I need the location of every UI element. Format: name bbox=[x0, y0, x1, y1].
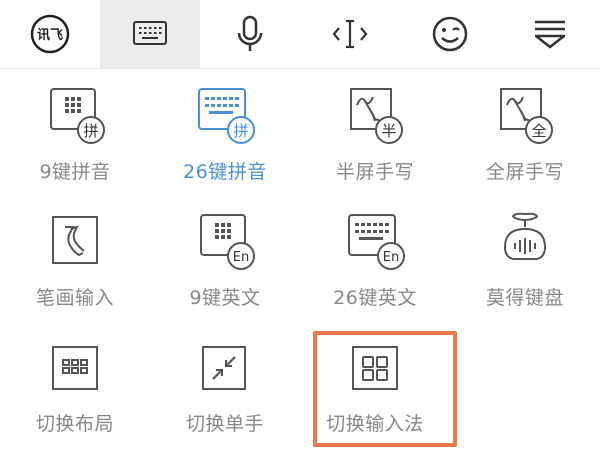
mode-26key-english[interactable]: En 26键英文 bbox=[300, 195, 450, 318]
one-handed-icon bbox=[193, 335, 257, 399]
mode-robot-keyboard[interactable]: 莫得键盘 bbox=[450, 195, 600, 318]
mode-label: 半屏手写 bbox=[335, 161, 414, 183]
xunfei-logo-icon: 讯飞 bbox=[30, 14, 70, 54]
wink-face-icon bbox=[432, 16, 468, 52]
keyboard-26-english-icon: En bbox=[343, 209, 407, 273]
mode-one-handed[interactable]: 切换单手 bbox=[150, 321, 300, 444]
svg-text:En: En bbox=[233, 250, 249, 265]
switch-layout-icon bbox=[43, 335, 107, 399]
svg-text:全: 全 bbox=[531, 122, 546, 140]
keyboard-26-pinyin-icon: 拼 bbox=[193, 83, 257, 147]
microphone-icon bbox=[237, 15, 263, 51]
mode-26key-pinyin[interactable]: 拼 26键拼音 bbox=[150, 69, 300, 192]
collapse-down-icon bbox=[535, 20, 565, 49]
mode-switch-layout[interactable]: 切换布局 bbox=[0, 321, 150, 444]
mode-label: 笔画输入 bbox=[35, 287, 114, 309]
svg-text:讯飞: 讯飞 bbox=[37, 28, 63, 43]
robot-keyboard-icon bbox=[493, 209, 557, 273]
xunfei-logo-button[interactable]: 讯飞 bbox=[0, 0, 100, 68]
svg-text:半: 半 bbox=[381, 122, 396, 140]
mode-label: 切换单手 bbox=[185, 413, 264, 435]
mode-label: 切换布局 bbox=[35, 413, 114, 435]
cursor-control-button[interactable] bbox=[300, 0, 400, 68]
mode-stroke-input[interactable]: 笔画输入 bbox=[0, 195, 150, 318]
half-screen-handwriting-icon: 半 bbox=[343, 83, 407, 147]
svg-text:En: En bbox=[383, 250, 399, 265]
mode-full-screen-handwriting[interactable]: 全 全屏手写 bbox=[450, 69, 600, 192]
keyboard-button[interactable] bbox=[100, 0, 200, 68]
full-screen-handwriting-icon: 全 bbox=[493, 83, 557, 147]
mode-label: 26键拼音 bbox=[183, 161, 267, 183]
voice-input-button[interactable] bbox=[200, 0, 300, 68]
highlight-frame bbox=[313, 331, 457, 447]
keypad-9-english-icon: En bbox=[193, 209, 257, 273]
emoji-button[interactable] bbox=[400, 0, 500, 68]
collapse-keyboard-button[interactable] bbox=[500, 0, 600, 68]
mode-label: 9键拼音 bbox=[39, 161, 111, 183]
keypad-9-pinyin-icon: 拼 bbox=[43, 83, 107, 147]
mode-label: 全屏手写 bbox=[485, 161, 564, 183]
svg-text:拼: 拼 bbox=[83, 122, 98, 140]
mode-label: 26键英文 bbox=[333, 287, 417, 309]
svg-text:拼: 拼 bbox=[233, 122, 248, 140]
cursor-move-icon bbox=[332, 19, 368, 49]
mode-label: 莫得键盘 bbox=[485, 287, 564, 309]
mode-half-screen-handwriting[interactable]: 半 半屏手写 bbox=[300, 69, 450, 192]
input-mode-grid: 拼 9键拼音 拼 26键拼音 半 半屏手写 全 全屏手写 笔画输入 En 9键英… bbox=[0, 69, 600, 450]
mode-9key-pinyin[interactable]: 拼 9键拼音 bbox=[0, 69, 150, 192]
stroke-input-icon bbox=[43, 209, 107, 273]
keyboard-icon bbox=[133, 21, 167, 45]
mode-9key-english[interactable]: En 9键英文 bbox=[150, 195, 300, 318]
mode-label: 9键英文 bbox=[189, 287, 261, 309]
keyboard-toolbar: 讯飞 bbox=[0, 0, 600, 69]
